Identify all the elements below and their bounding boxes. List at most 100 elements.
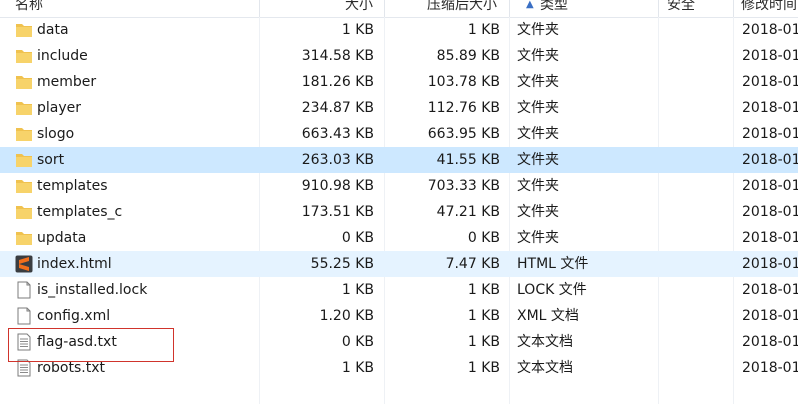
- file-size: 181.26 KB: [301, 74, 374, 90]
- file-row[interactable]: slogo 663.43 KB 663.95 KB 文件夹 2018-01: [0, 121, 798, 147]
- file-size: 55.25 KB: [310, 256, 374, 272]
- file-name: player: [37, 100, 82, 116]
- file-modified: 2018-01: [742, 126, 798, 142]
- file-modified: 2018-01: [742, 178, 798, 194]
- folder-icon: [15, 21, 33, 39]
- file-name: templates: [37, 178, 108, 194]
- column-divider[interactable]: [733, 0, 734, 17]
- file-compressed-size: 703.33 KB: [427, 178, 500, 194]
- highlight-annotation-box: [8, 328, 174, 362]
- column-header-type[interactable]: 类型: [540, 0, 568, 16]
- file-type: 文件夹: [517, 230, 559, 246]
- folder-icon: [15, 203, 33, 221]
- file-type: 文件夹: [517, 22, 559, 38]
- folder-icon: [15, 125, 33, 143]
- folder-icon: [15, 73, 33, 91]
- file-name: is_installed.lock: [37, 282, 148, 298]
- file-compressed-size: 85.89 KB: [436, 48, 500, 64]
- folder-icon: [15, 177, 33, 195]
- file-modified: 2018-01: [742, 308, 798, 324]
- file-name: sort: [37, 152, 65, 168]
- file-type: 文件夹: [517, 204, 559, 220]
- file-compressed-size: 103.78 KB: [427, 74, 500, 90]
- file-modified: 2018-01: [742, 282, 798, 298]
- file-type: 文件夹: [517, 126, 559, 142]
- file-modified: 2018-01: [742, 74, 798, 90]
- file-size: 263.03 KB: [301, 152, 374, 168]
- file-name: updata: [37, 230, 87, 246]
- column-divider[interactable]: [384, 0, 385, 17]
- column-header-size[interactable]: 大小: [345, 0, 373, 16]
- file-size: 910.98 KB: [301, 178, 374, 194]
- column-header-compressed-size[interactable]: 压缩后大小: [427, 0, 497, 16]
- file-row[interactable]: sort 263.03 KB 41.55 KB 文件夹 2018-01: [0, 147, 798, 173]
- file-row[interactable]: player 234.87 KB 112.76 KB 文件夹 2018-01: [0, 95, 798, 121]
- file-size: 1 KB: [341, 22, 374, 38]
- file-type: 文本文档: [517, 334, 573, 350]
- file-compressed-size: 1 KB: [467, 334, 500, 350]
- file-compressed-size: 7.47 KB: [445, 256, 500, 272]
- file-compressed-size: 41.55 KB: [436, 152, 500, 168]
- file-compressed-size: 1 KB: [467, 282, 500, 298]
- folder-icon: [15, 229, 33, 247]
- file-name: data: [37, 22, 69, 38]
- file-row[interactable]: templates 910.98 KB 703.33 KB 文件夹 2018-01: [0, 173, 798, 199]
- file-compressed-size: 1 KB: [467, 360, 500, 376]
- column-header-modified[interactable]: 修改时间: [741, 0, 797, 16]
- column-header-name[interactable]: 名称: [15, 0, 43, 16]
- file-row[interactable]: templates_c 173.51 KB 47.21 KB 文件夹 2018-01: [0, 199, 798, 225]
- file-type: HTML 文件: [517, 256, 589, 272]
- file-row[interactable]: is_installed.lock 1 KB 1 KB LOCK 文件 2018-01: [0, 277, 798, 303]
- file-compressed-size: 112.76 KB: [427, 100, 500, 116]
- file-size: 1 KB: [341, 282, 374, 298]
- file-size: 663.43 KB: [301, 126, 374, 142]
- file-modified: 2018-01: [742, 22, 798, 38]
- folder-icon: [15, 99, 33, 117]
- file-compressed-size: 47.21 KB: [436, 204, 500, 220]
- file-name: templates_c: [37, 204, 123, 220]
- folder-icon: [15, 47, 33, 65]
- file-type: LOCK 文件: [517, 282, 587, 298]
- file-type: 文件夹: [517, 74, 559, 90]
- file-modified: 2018-01: [742, 360, 798, 376]
- file-modified: 2018-01: [742, 230, 798, 246]
- sublime-file-icon: [15, 255, 33, 273]
- column-divider[interactable]: [509, 0, 510, 17]
- file-size: 234.87 KB: [301, 100, 374, 116]
- file-modified: 2018-01: [742, 256, 798, 272]
- file-size: 1 KB: [341, 360, 374, 376]
- file-compressed-size: 1 KB: [467, 308, 500, 324]
- file-modified: 2018-01: [742, 152, 798, 168]
- file-name: index.html: [37, 256, 112, 272]
- file-type: 文件夹: [517, 152, 559, 168]
- column-header-security[interactable]: 安全: [667, 0, 695, 16]
- blank-file-icon: [15, 307, 33, 325]
- column-divider[interactable]: [658, 0, 659, 17]
- file-type: 文件夹: [517, 100, 559, 116]
- file-size: 1.20 KB: [319, 308, 374, 324]
- file-type: XML 文档: [517, 308, 579, 324]
- column-header-bar: 名称 大小 压缩后大小 ▲ 类型 安全 修改时间: [0, 0, 798, 18]
- sort-ascending-icon: ▲: [526, 0, 534, 10]
- file-name: member: [37, 74, 97, 90]
- file-type: 文本文档: [517, 360, 573, 376]
- file-name: include: [37, 48, 88, 64]
- file-modified: 2018-01: [742, 100, 798, 116]
- file-name: slogo: [37, 126, 75, 142]
- file-compressed-size: 0 KB: [467, 230, 500, 246]
- file-row[interactable]: data 1 KB 1 KB 文件夹 2018-01: [0, 17, 798, 43]
- file-row[interactable]: index.html 55.25 KB 7.47 KB HTML 文件 2018-01: [0, 251, 798, 277]
- file-modified: 2018-01: [742, 204, 798, 220]
- file-row[interactable]: include 314.58 KB 85.89 KB 文件夹 2018-01: [0, 43, 798, 69]
- file-compressed-size: 1 KB: [467, 22, 500, 38]
- file-modified: 2018-01: [742, 48, 798, 64]
- file-compressed-size: 663.95 KB: [427, 126, 500, 142]
- column-divider[interactable]: [259, 0, 260, 17]
- folder-icon: [15, 151, 33, 169]
- file-size: 0 KB: [341, 334, 374, 350]
- file-name: config.xml: [37, 308, 111, 324]
- file-row[interactable]: member 181.26 KB 103.78 KB 文件夹 2018-01: [0, 69, 798, 95]
- file-row[interactable]: config.xml 1.20 KB 1 KB XML 文档 2018-01: [0, 303, 798, 329]
- file-type: 文件夹: [517, 178, 559, 194]
- file-row[interactable]: updata 0 KB 0 KB 文件夹 2018-01: [0, 225, 798, 251]
